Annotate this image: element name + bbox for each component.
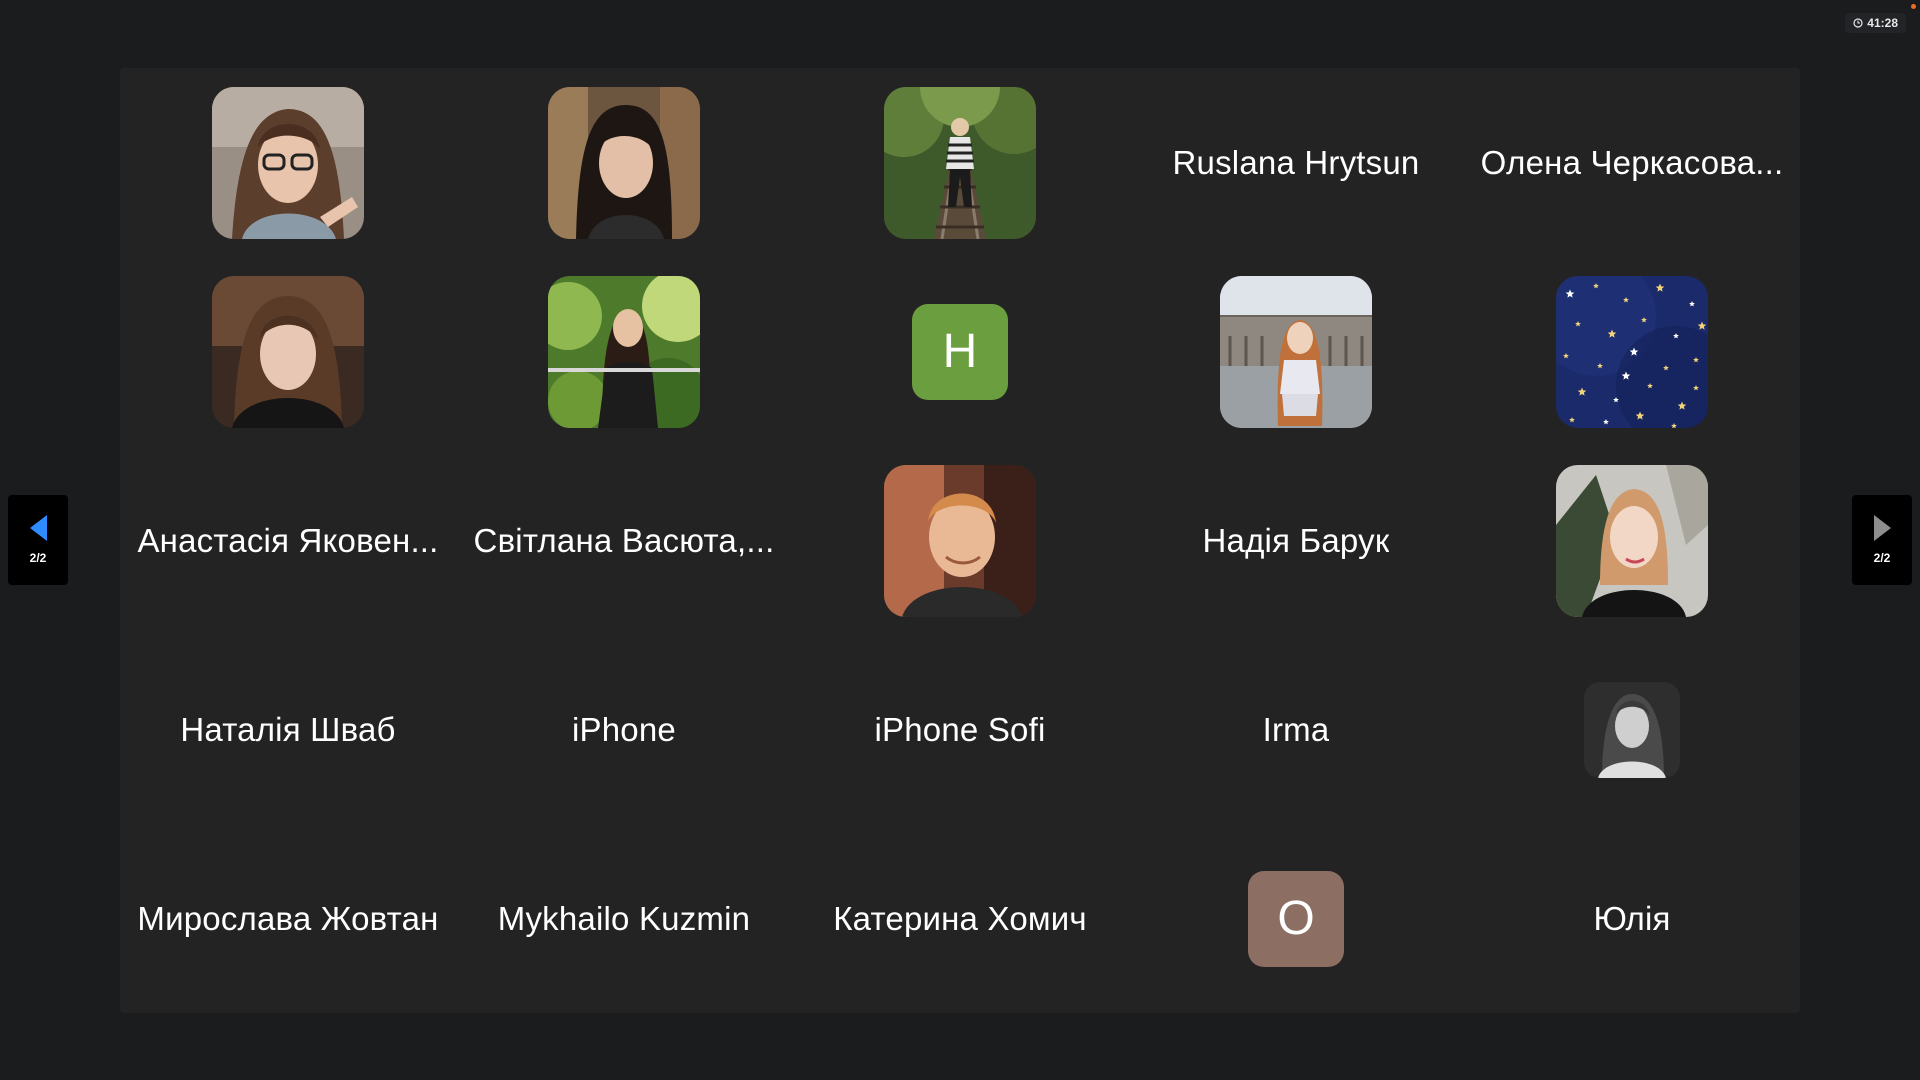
- participant-name: iPhone Sofi: [874, 710, 1046, 748]
- participant-tile[interactable]: [120, 68, 456, 257]
- participant-tile[interactable]: O: [1128, 824, 1464, 1013]
- meeting-timer-text: 41:28: [1867, 16, 1898, 30]
- participant-tile[interactable]: [456, 68, 792, 257]
- participant-initial-avatar: H: [912, 303, 1008, 400]
- participant-initial-avatar: O: [1248, 870, 1344, 967]
- participant-name: Надія Барук: [1202, 521, 1390, 559]
- previous-page-button[interactable]: 2/2: [8, 495, 68, 585]
- participant-tile[interactable]: [1464, 446, 1800, 635]
- participant-tile[interactable]: Світлана Васюта,...: [456, 446, 792, 635]
- participant-tile[interactable]: H: [792, 257, 1128, 446]
- participant-tile[interactable]: Надія Барук: [1128, 446, 1464, 635]
- participant-name: Ruslana Hrytsun: [1172, 143, 1420, 181]
- participant-name: Irma: [1262, 710, 1330, 748]
- participant-name: Анастасія Яковен...: [137, 521, 439, 559]
- participant-name: Мирослава Жовтан: [137, 899, 439, 937]
- participant-name: Олена Черкасова...: [1480, 143, 1784, 181]
- page-indicator-left: 2/2: [29, 551, 47, 565]
- participant-name: Юлія: [1593, 899, 1671, 937]
- participant-tile[interactable]: Олена Черкасова...: [1464, 68, 1800, 257]
- participant-name: Mykhailo Kuzmin: [497, 899, 751, 937]
- avatar-initial: O: [1277, 892, 1315, 945]
- participant-avatar: [548, 275, 700, 428]
- participant-avatar: [548, 86, 700, 239]
- participant-tile[interactable]: Анастасія Яковен...: [120, 446, 456, 635]
- meeting-timer[interactable]: 41:28: [1845, 13, 1906, 33]
- participant-avatar: [212, 86, 364, 239]
- participant-name: Наталія Шваб: [180, 710, 396, 748]
- participant-tile[interactable]: [792, 68, 1128, 257]
- participant-tile[interactable]: Мирослава Жовтан: [120, 824, 456, 1013]
- avatar-initial: H: [942, 325, 978, 378]
- participant-tile[interactable]: [792, 446, 1128, 635]
- page-indicator-right: 2/2: [1873, 551, 1891, 565]
- arrow-right-icon: [1873, 515, 1891, 541]
- participant-tile[interactable]: Mykhailo Kuzmin: [456, 824, 792, 1013]
- participant-name: iPhone: [572, 710, 676, 748]
- participant-tile[interactable]: Ruslana Hrytsun: [1128, 68, 1464, 257]
- participant-avatar: [884, 86, 1036, 239]
- participant-avatar: [884, 464, 1036, 617]
- arrow-left-icon: [29, 515, 47, 541]
- participant-tile[interactable]: Наталія Шваб: [120, 635, 456, 824]
- participant-avatar: [212, 275, 364, 428]
- status-dot: [1911, 4, 1916, 9]
- participant-name: Катерина Хомич: [833, 899, 1087, 937]
- participant-tile[interactable]: iPhone: [456, 635, 792, 824]
- participant-tile[interactable]: [1128, 257, 1464, 446]
- meeting-window: 41:28 2/2 Ruslana Hrytsun Олена Черкасова: [0, 0, 1920, 1080]
- gallery-view: Ruslana Hrytsun Олена Черкасова... H Анас…: [120, 68, 1800, 1013]
- participant-name: Світлана Васюта,...: [473, 521, 775, 559]
- participant-avatar: [1584, 681, 1680, 778]
- next-page-button[interactable]: 2/2: [1852, 495, 1912, 585]
- participant-tile[interactable]: Юлія: [1464, 824, 1800, 1013]
- participant-tile[interactable]: [456, 257, 792, 446]
- participant-tile[interactable]: [1464, 257, 1800, 446]
- participant-tile[interactable]: [120, 257, 456, 446]
- participant-tile[interactable]: iPhone Sofi: [792, 635, 1128, 824]
- participant-avatar: [1220, 275, 1372, 428]
- clock-icon: [1853, 18, 1863, 28]
- participant-avatar: [1556, 464, 1708, 617]
- participant-tile[interactable]: Irma: [1128, 635, 1464, 824]
- participant-avatar: [1556, 275, 1708, 428]
- participant-tile[interactable]: Катерина Хомич: [792, 824, 1128, 1013]
- participant-tile[interactable]: [1464, 635, 1800, 824]
